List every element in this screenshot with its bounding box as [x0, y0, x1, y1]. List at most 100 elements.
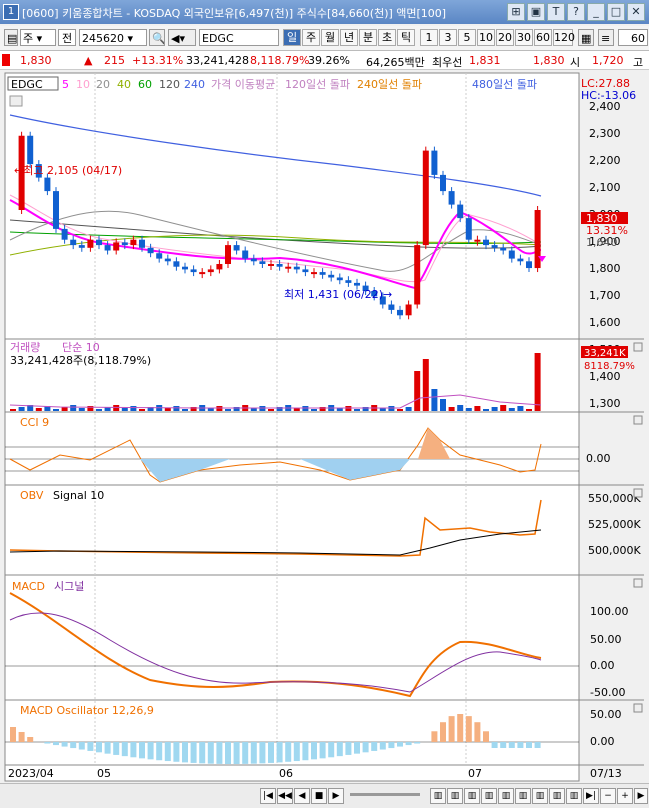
oscillator-bar — [336, 742, 343, 757]
scroll-back-icon[interactable]: ◀ — [294, 788, 310, 804]
cci-ytick: 0.00 — [586, 452, 611, 465]
volume-bar — [483, 409, 489, 411]
macd-ytick-4: -50.00 — [590, 686, 625, 699]
period-tick[interactable]: 틱 — [397, 29, 415, 46]
sound-icon[interactable]: ◀▾ — [168, 29, 196, 46]
candle-body — [87, 239, 94, 248]
period-month[interactable]: 월 — [321, 29, 339, 46]
layout-button[interactable]: ⊞ — [507, 3, 525, 21]
oscillator-bar — [354, 742, 360, 754]
period-year[interactable]: 년 — [340, 29, 358, 46]
scroll-fast-back-icon[interactable]: ◀◀ — [277, 788, 293, 804]
text-button[interactable]: T — [547, 3, 565, 21]
minute-120[interactable]: 120 — [553, 29, 575, 46]
chart-area[interactable]: EDGC 5 10 20 40 60 120 240 가격 이동평균 120일선… — [0, 72, 649, 807]
scroll-forward-icon[interactable]: ▶ — [328, 788, 344, 804]
volume-bar — [96, 409, 102, 411]
grid-icon[interactable]: ▦ — [578, 29, 594, 46]
stock-name-field[interactable]: EDGC — [199, 29, 279, 46]
volume-bar — [457, 405, 464, 411]
volume-bar — [121, 408, 128, 411]
link-button[interactable]: ▣ — [527, 3, 545, 21]
oscillator-bar — [130, 742, 137, 758]
oscillator-bar — [397, 742, 403, 747]
candle-body — [465, 218, 472, 240]
best-ask: 1,831 — [469, 54, 501, 67]
minute-30[interactable]: 30 — [515, 29, 533, 46]
bottom-navigation: |◀ ◀◀ ◀ ■ ▶ ▥ ▥ ▥ ▥ ▥ ▥ ▥ ▥ ▥ ▶| − + ▶ — [0, 783, 649, 808]
count-input[interactable]: 60 — [618, 29, 648, 46]
search-icon[interactable]: 🔍 — [149, 29, 165, 46]
candle-body — [61, 228, 68, 240]
volume-bar — [164, 408, 171, 411]
minute-3[interactable]: 3 — [439, 29, 457, 46]
xaxis-label-3: 06 — [279, 767, 293, 780]
period-day[interactable]: 일 — [283, 29, 301, 46]
help-button[interactable]: ? — [567, 3, 585, 21]
obv-close-icon[interactable] — [633, 488, 643, 498]
oscillator-bar — [302, 742, 309, 761]
oscillator-bar — [285, 742, 292, 762]
scroll-end-icon[interactable]: ▶| — [583, 788, 599, 804]
minute-20[interactable]: 20 — [496, 29, 514, 46]
candle-body — [414, 245, 421, 305]
zoom-c-icon[interactable]: ▥ — [464, 788, 480, 804]
candle-body — [139, 239, 145, 248]
macd-signal: 시그널 — [54, 580, 84, 593]
osc-ytick-2: 0.00 — [590, 735, 615, 748]
minute-1[interactable]: 1 — [420, 29, 438, 46]
minute-10[interactable]: 10 — [477, 29, 495, 46]
zoom-d-icon[interactable]: ▥ — [481, 788, 497, 804]
zoom-a-icon[interactable]: ▥ — [430, 788, 446, 804]
market-select[interactable]: 주 ▾ — [20, 29, 56, 46]
candle-body — [70, 239, 77, 246]
zoom-f-icon[interactable]: ▥ — [515, 788, 531, 804]
minute-5[interactable]: 5 — [458, 29, 476, 46]
zoom-e-icon[interactable]: ▥ — [498, 788, 514, 804]
volume-bar — [405, 407, 412, 411]
oscillator-bar — [474, 722, 481, 742]
scroll-right-icon[interactable]: ▶ — [634, 788, 648, 804]
jeon-button[interactable]: 전 — [58, 29, 76, 46]
scroll-start-icon[interactable]: |◀ — [260, 788, 276, 804]
ma-label: 가격 이동평균 — [211, 78, 275, 91]
close-button[interactable]: ✕ — [627, 3, 645, 21]
zoom-g-icon[interactable]: ▥ — [532, 788, 548, 804]
cci-close-icon[interactable] — [633, 415, 643, 425]
oscillator-bar — [216, 742, 223, 764]
period-week[interactable]: 주 — [302, 29, 320, 46]
list-icon[interactable]: ≡ — [598, 29, 614, 46]
period-second[interactable]: 초 — [378, 29, 396, 46]
zoom-i-icon[interactable]: ▥ — [566, 788, 582, 804]
zoom-in-icon[interactable]: + — [617, 788, 633, 804]
minimize-button[interactable]: _ — [587, 3, 605, 21]
osc-close-icon[interactable] — [633, 703, 643, 713]
menu-icon[interactable]: ▤ — [4, 29, 18, 46]
oscillator-bar — [465, 716, 472, 742]
volume-bar — [78, 408, 85, 411]
volume-last-pct: 8118.79% — [584, 361, 635, 372]
stop-icon[interactable]: ■ — [311, 788, 327, 804]
grid-toggle-icon[interactable] — [9, 95, 23, 107]
candle-body — [397, 309, 403, 316]
zoom-b-icon[interactable]: ▥ — [447, 788, 463, 804]
oscillator-bar — [225, 742, 231, 764]
period-minute[interactable]: 분 — [359, 29, 377, 46]
xaxis-label-2: 05 — [97, 767, 111, 780]
price-ytick: 2,100 — [589, 181, 621, 194]
maximize-button[interactable]: □ — [607, 3, 625, 21]
oscillator-bar — [173, 742, 180, 762]
minute-60[interactable]: 60 — [534, 29, 552, 46]
code-input[interactable]: 245620 ▾ — [79, 29, 147, 46]
low-annotation: 최저 1,431 (06/22)→ — [284, 288, 392, 301]
volume-close-icon[interactable] — [633, 342, 643, 352]
zoom-out-icon[interactable]: − — [600, 788, 616, 804]
macd-close-icon[interactable] — [633, 578, 643, 588]
high-label: 고 — [633, 56, 644, 69]
scroll-track[interactable] — [350, 793, 420, 796]
candle-body — [508, 250, 515, 259]
zoom-h-icon[interactable]: ▥ — [549, 788, 565, 804]
xaxis-label-1: 2023/04 — [8, 767, 54, 780]
oscillator-bar — [78, 742, 85, 750]
volume-bar — [397, 409, 403, 411]
